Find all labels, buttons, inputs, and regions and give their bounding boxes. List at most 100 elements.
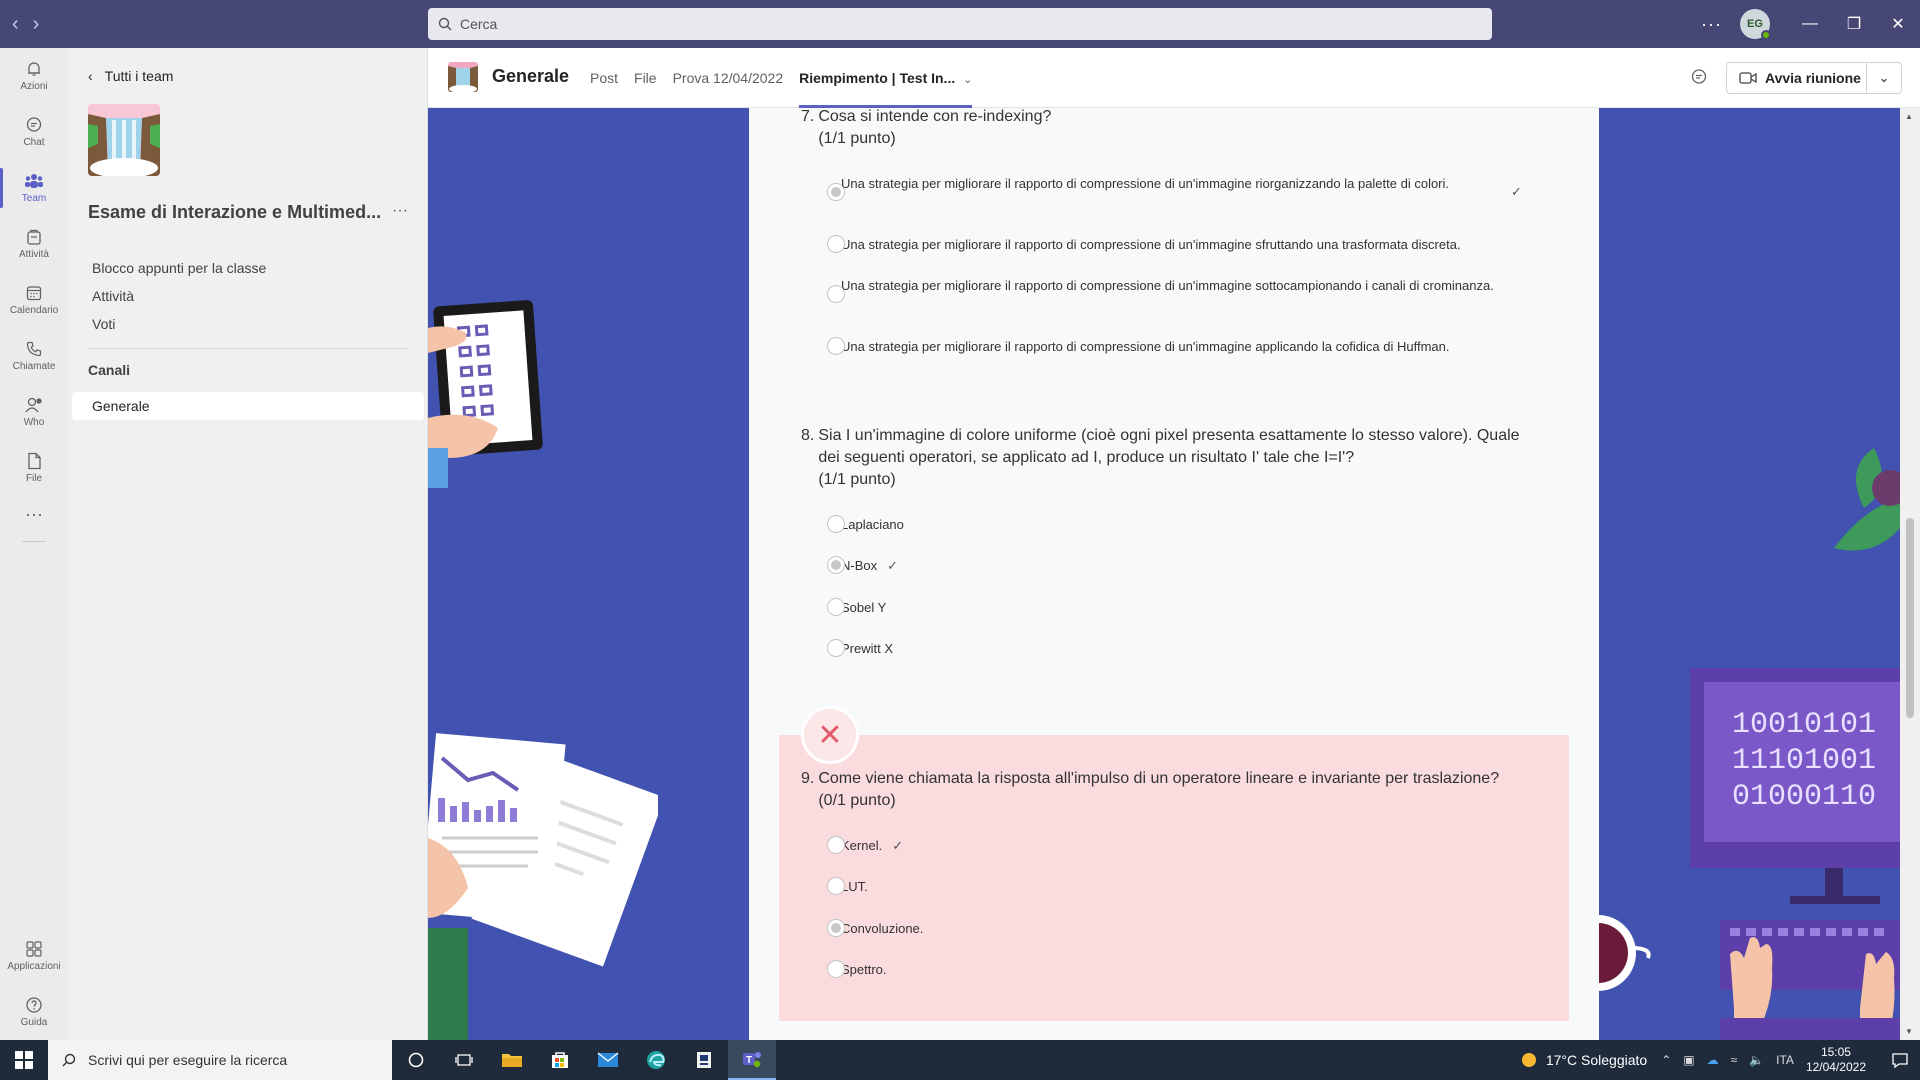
answer-option[interactable]: Sobel Y — [827, 598, 1561, 617]
rail-item-chat[interactable]: Chat — [0, 104, 68, 160]
search-input[interactable]: Cerca — [428, 8, 1492, 40]
vpn-app-icon[interactable] — [680, 1040, 728, 1080]
radio-unselected[interactable] — [827, 639, 845, 657]
answer-option[interactable]: LUT. — [827, 877, 1561, 896]
rail-item-who[interactable]: Who — [0, 384, 68, 440]
wifi-icon[interactable]: ≈ — [1731, 1053, 1738, 1067]
onedrive-cloud-icon[interactable]: ☁ — [1707, 1053, 1719, 1067]
option-text: Una strategia per migliorare il rapporto… — [841, 339, 1450, 354]
radio-selected[interactable] — [827, 919, 845, 937]
channel-item-generale[interactable]: Generale — [72, 392, 424, 420]
rail-label: Chat — [23, 137, 45, 148]
mail-icon[interactable] — [584, 1040, 632, 1080]
meet-dropdown-chevron-icon[interactable]: ⌄ — [1867, 71, 1901, 85]
meet-label: Avvia riunione — [1765, 70, 1861, 86]
option-text: Spettro. — [841, 962, 887, 977]
team-link-notebook[interactable]: Blocco appunti per la classe — [92, 254, 266, 282]
scroll-up-arrow-icon[interactable]: ▲ — [1905, 112, 1913, 121]
minimize-button[interactable]: — — [1788, 0, 1832, 48]
answer-option[interactable]: N-Box ✓ — [827, 556, 1561, 575]
radio-unselected[interactable] — [827, 836, 845, 854]
tab-prova[interactable]: Prova 12/04/2022 — [665, 48, 792, 108]
teams-app-icon[interactable]: T — [728, 1040, 776, 1080]
rail-item-azioni[interactable]: Azioni — [0, 48, 68, 104]
rail-label: Applicazioni — [7, 961, 61, 972]
sun-icon — [1521, 1053, 1536, 1067]
forward-arrow-icon[interactable]: › — [33, 14, 40, 34]
restore-button[interactable]: ❐ — [1832, 0, 1876, 48]
rail-item-guida[interactable]: Guida — [0, 984, 68, 1040]
question-text: Sia I un'immagine di colore uniforme (ci… — [818, 427, 1520, 466]
tab-riempimento[interactable]: Riempimento | Test In... ⌄ — [791, 48, 980, 108]
incorrect-x-icon: ✕ — [801, 706, 859, 764]
scroll-down-arrow-icon[interactable]: ▼ — [1905, 1027, 1913, 1036]
scrollbar-thumb[interactable] — [1906, 518, 1914, 718]
option-text: Kernel. — [841, 838, 883, 853]
radio-unselected[interactable] — [827, 877, 845, 895]
search-icon — [438, 17, 452, 31]
meet-main[interactable]: Avvia riunione — [1727, 63, 1867, 93]
team-link-assignments[interactable]: Attività — [92, 282, 266, 310]
notification-center-icon[interactable] — [1880, 1052, 1920, 1068]
correct-check-icon: ✓ — [887, 558, 899, 573]
store-icon[interactable] — [536, 1040, 584, 1080]
radio-unselected[interactable] — [827, 285, 845, 303]
radio-unselected[interactable] — [827, 515, 845, 533]
back-arrow-icon[interactable]: ‹ — [12, 14, 19, 34]
option-text: Prewitt X — [841, 641, 894, 656]
svg-text:10010101: 10010101 — [1732, 708, 1876, 742]
weather-widget[interactable]: 17°C Soleggiato — [1520, 1051, 1647, 1069]
chevron-up-icon[interactable]: ⌃ — [1661, 1053, 1671, 1067]
file-explorer-icon[interactable] — [488, 1040, 536, 1080]
task-view-icon[interactable] — [440, 1040, 488, 1080]
back-to-teams-link[interactable]: ‹ Tutti i team — [88, 68, 173, 84]
radio-unselected[interactable] — [827, 235, 845, 253]
option-text: Una strategia per migliorare il rapporto… — [841, 278, 1494, 293]
answer-option[interactable]: Una strategia per migliorare il rapporto… — [827, 276, 1561, 303]
edge-browser-icon[interactable] — [632, 1040, 680, 1080]
option-text: N-Box — [841, 558, 878, 573]
cortana-icon[interactable] — [392, 1040, 440, 1080]
rail-item-calendario[interactable]: Calendario — [0, 272, 68, 328]
language-indicator[interactable]: ITA — [1776, 1053, 1794, 1067]
avatar[interactable]: EG — [1740, 9, 1771, 40]
settings-more-icon[interactable]: ··· — [1701, 14, 1722, 35]
team-icon — [25, 174, 43, 188]
answer-option[interactable]: Una strategia per migliorare il rapporto… — [827, 174, 1561, 201]
radio-selected[interactable] — [827, 556, 845, 574]
answer-option[interactable]: Spettro. — [827, 960, 1561, 979]
meet-now-icon[interactable]: ▣ — [1683, 1053, 1694, 1067]
answer-option[interactable]: Laplaciano — [827, 515, 1561, 534]
tab-post[interactable]: Post — [582, 48, 626, 108]
radio-selected[interactable] — [827, 183, 845, 201]
answer-option[interactable]: Una strategia per migliorare il rapporto… — [827, 337, 1561, 356]
vertical-scrollbar[interactable]: ▲ ▼ — [1900, 108, 1920, 1040]
video-camera-icon — [1739, 72, 1757, 84]
more-apps-icon[interactable]: ··· — [0, 504, 68, 525]
tab-file[interactable]: File — [626, 48, 665, 108]
rail-item-chiamate[interactable]: Chiamate — [0, 328, 68, 384]
team-more-options-icon[interactable]: ··· — [392, 202, 408, 220]
taskbar-search-placeholder: Scrivi qui per eseguire la ricerca — [88, 1052, 288, 1068]
radio-unselected[interactable] — [827, 598, 845, 616]
taskbar-search-input[interactable]: Scrivi qui per eseguire la ricerca — [48, 1040, 392, 1080]
rail-item-file[interactable]: File — [0, 440, 68, 496]
answer-option[interactable]: Kernel. ✓ — [827, 836, 1561, 855]
volume-icon[interactable]: 🔈 — [1749, 1053, 1764, 1067]
answer-option[interactable]: Prewitt X — [827, 639, 1561, 658]
radio-unselected[interactable] — [827, 337, 845, 355]
rail-item-applicazioni[interactable]: Applicazioni — [0, 928, 68, 984]
start-meeting-button[interactable]: Avvia riunione ⌄ — [1726, 62, 1902, 94]
team-link-grades[interactable]: Voti — [92, 310, 266, 338]
conversation-icon[interactable] — [1690, 68, 1708, 91]
clock[interactable]: 15:05 12/04/2022 — [1806, 1045, 1866, 1075]
rail-item-attivita[interactable]: Attività — [0, 216, 68, 272]
tab-riempimento-label: Riempimento | Test In... — [799, 70, 956, 86]
weather-text: 17°C Soleggiato — [1545, 1052, 1648, 1068]
start-button[interactable] — [0, 1040, 48, 1080]
answer-option[interactable]: Convoluzione. — [827, 919, 1561, 938]
rail-item-team[interactable]: Team — [0, 160, 68, 216]
radio-unselected[interactable] — [827, 960, 845, 978]
answer-option[interactable]: Una strategia per migliorare il rapporto… — [827, 235, 1561, 254]
close-window-button[interactable]: ✕ — [1876, 0, 1920, 48]
